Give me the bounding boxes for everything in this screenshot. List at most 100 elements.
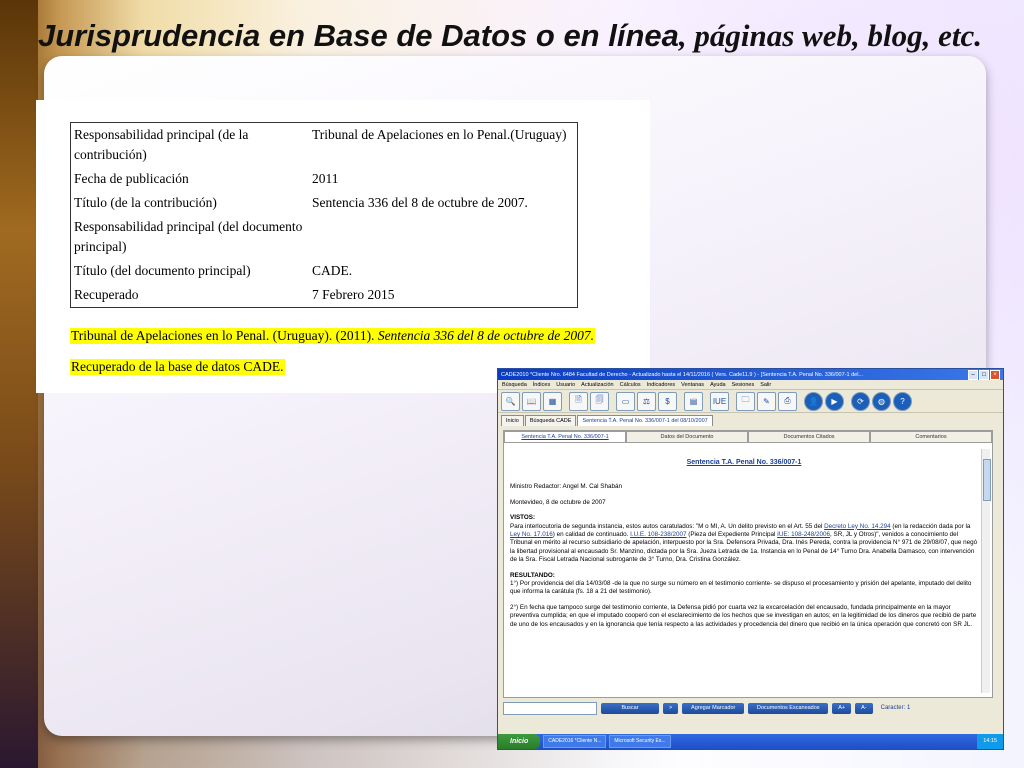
iue-icon[interactable]: IUE <box>710 391 729 411</box>
citation-key: Fecha de publicación <box>74 171 189 186</box>
vistos-text-3: ) en calidad de continuado. <box>552 531 631 539</box>
menu-item[interactable]: Ventanas <box>681 382 704 388</box>
vistos-text-4: (Pieza del Expediente Principal <box>686 531 778 539</box>
citation-value: Sentencia 336 del 8 de octubre de 2007. <box>312 195 528 210</box>
money-icon[interactable]: $ <box>658 391 677 411</box>
menu-item[interactable]: Salir <box>760 382 771 388</box>
document-tabs: Inicio Búsqueda CADE Sentencia T.A. Penal … <box>498 413 1003 426</box>
character-count: Caracter: 1 <box>880 705 911 711</box>
vistos-section: VISTOS: Para interlocutoria de segunda in… <box>510 514 978 564</box>
citation-row: Recuperado 7 Febrero 2015 <box>71 283 578 308</box>
book-icon[interactable]: 📖 <box>522 391 541 411</box>
documentos-escaneados-button[interactable]: Documentos Escaneados <box>748 702 829 714</box>
sub-tab[interactable]: Datos del Documento <box>626 431 748 443</box>
search-input[interactable] <box>503 701 597 715</box>
maximize-icon[interactable]: □ <box>979 369 989 380</box>
font-increase-button[interactable]: A+ <box>832 702 852 714</box>
scrollbar-thumb[interactable] <box>983 459 991 501</box>
cade-app-window: CADE2010 *Cliente Nro. 6484 Facultad de … <box>497 368 1004 750</box>
document-heading[interactable]: Sentencia T.A. Penal No. 336/007-1 <box>510 459 978 467</box>
document-text: Sentencia T.A. Penal No. 336/007-1 Minis… <box>510 449 978 693</box>
slide-title-main: Jurisprudencia en Base de Datos o en lín… <box>38 18 679 53</box>
slide-title: Jurisprudencia en Base de Datos o en lín… <box>30 18 990 54</box>
sub-tab[interactable]: Documentos Citados <box>748 431 870 443</box>
vistos-text-2: (en la redacción dada por la <box>890 522 971 530</box>
agregar-marcador-button[interactable]: Agregar Marcador <box>682 702 745 714</box>
toolbar: 🔍 📖 ▦ 🗎 🗐 ▭ ⚖ $ ▤ IUE 🗀 ✎ ⎙ 👤 ▶ ⟳ ◍? <box>498 389 1003 413</box>
doc-tab[interactable]: Inicio <box>501 415 524 426</box>
reference-authors: Tribunal de Apelaciones en lo Penal. (Ur… <box>71 328 378 343</box>
app-titlebar: CADE2010 *Cliente Nro. 6484 Facultad de … <box>498 369 1003 380</box>
menu-item[interactable]: Actualización <box>581 382 613 388</box>
menu-item[interactable]: Sesiones <box>732 382 755 388</box>
menu-item[interactable]: Ayuda <box>710 382 726 388</box>
vistos-text-1: Para interlocutoria de segunda instancia… <box>510 522 825 530</box>
slide-title-tail: , páginas web, blog, etc. <box>678 18 982 53</box>
citation-key: Responsabilidad principal (del documento… <box>74 219 303 254</box>
citation-value: CADE. <box>312 263 353 278</box>
sub-tab[interactable]: Sentencia T.A. Penal No. 336/007-1 <box>504 431 626 443</box>
reference-line-1: Tribunal de Apelaciones en lo Penal. (Ur… <box>70 328 596 344</box>
citation-value: 7 Febrero 2015 <box>312 287 395 302</box>
citation-row: Título (de la contribución) Sentencia 336… <box>71 191 578 215</box>
system-clock: 14:15 <box>977 734 1003 749</box>
document-minister: Ministro Redactor: Angel M. Cal Shabán <box>510 483 623 491</box>
reference-title: Sentencia 336 del 8 de octubre de 2007. <box>377 328 595 343</box>
close-icon[interactable]: × <box>990 369 1000 380</box>
cade-user-icon[interactable]: 👤 <box>804 391 823 411</box>
reference-line-2: Recuperado de la base de datos CADE. <box>70 359 285 375</box>
page-icon[interactable]: 🗐 <box>590 391 609 411</box>
scales-icon[interactable]: ⚖ <box>637 391 656 411</box>
doc-tab[interactable]: Sentencia T.A. Penal No. 336/007-1 del 0… <box>577 415 713 426</box>
link-decreto-ley[interactable]: Decreto Ley No. 14.294 <box>824 523 891 530</box>
taskbar-item-cade[interactable]: CADE2016 *Cliente N... <box>543 735 607 748</box>
vertical-scrollbar[interactable] <box>981 449 991 693</box>
citation-row: Título (del documento principal) CADE. <box>71 259 578 283</box>
menu-item[interactable]: Búsqueda <box>502 382 527 388</box>
link-iue-1[interactable]: I.U.E. 108-238/2007 <box>630 531 686 538</box>
citation-row: Responsabilidad principal (del documento… <box>71 215 578 259</box>
menu-item[interactable]: Indicadores <box>647 382 675 388</box>
resultando-label: RESULTANDO: <box>510 571 555 579</box>
document-date: Montevideo, 8 de octubre de 2007 <box>510 498 606 506</box>
calculator-icon[interactable]: ▤ <box>684 391 703 411</box>
print-icon[interactable]: ⎙ <box>778 391 797 411</box>
search-icon[interactable]: 🔍 <box>501 391 520 411</box>
play-icon[interactable]: ▶ <box>825 391 844 411</box>
link-ley-17016[interactable]: Ley No. 17.016 <box>510 531 553 538</box>
pen-icon[interactable]: ✎ <box>757 391 776 411</box>
link-iue-2[interactable]: IUE: 108-248/2006 <box>777 531 830 538</box>
next-button[interactable]: > <box>663 702 679 714</box>
doc-tab[interactable]: Búsqueda CADE <box>524 415 577 426</box>
folder-icon[interactable]: 🗀 <box>736 391 755 411</box>
citation-value <box>309 215 578 259</box>
id-card-icon[interactable]: ▭ <box>616 391 635 411</box>
citation-value: Tribunal de Apelaciones en lo Penal.(Uru… <box>312 127 567 142</box>
taskbar-item-security[interactable]: Microsoft Security Es... <box>609 735 671 748</box>
citation-document: Responsabilidad principal (de la contrib… <box>36 100 650 393</box>
citation-value: 2011 <box>312 171 339 186</box>
document-icon[interactable]: 🗎 <box>569 391 588 411</box>
app-title: CADE2010 *Cliente Nro. 6484 Facultad de … <box>501 371 863 378</box>
menu-item[interactable]: Usuario <box>556 382 575 388</box>
taskbar: Inicio CADE2016 *Cliente N... Microsoft … <box>498 734 1003 749</box>
bottom-action-bar: Buscar > Agregar Marcador Documentos Esc… <box>503 701 995 715</box>
citation-key: Título (de la contribución) <box>74 195 217 210</box>
refresh-icon[interactable]: ⟳ <box>851 391 870 411</box>
globe-icon[interactable]: ◍ <box>872 391 891 411</box>
content-frame: Sentencia T.A. Penal No. 336/007-1 Datos … <box>503 430 993 698</box>
start-button[interactable]: Inicio <box>498 734 541 749</box>
citation-row: Fecha de publicación 2011 <box>71 167 578 191</box>
menu-item[interactable]: Índices <box>533 382 550 388</box>
citation-key: Título (del documento principal) <box>74 263 251 278</box>
buscar-button[interactable]: Buscar <box>601 702 659 714</box>
citation-table: Responsabilidad principal (de la contrib… <box>70 122 578 308</box>
resultando-section: RESULTANDO: 1°) Por providencia del día 1… <box>510 572 978 597</box>
sub-tab[interactable]: Comentarios <box>870 431 992 443</box>
help-icon[interactable]: ? <box>893 391 912 411</box>
cade-icon[interactable]: ▦ <box>543 391 562 411</box>
font-decrease-button[interactable]: A- <box>855 702 873 714</box>
minimize-icon[interactable]: – <box>968 369 978 380</box>
menu-item[interactable]: Cálculos <box>620 382 641 388</box>
background-left-band <box>0 0 38 768</box>
